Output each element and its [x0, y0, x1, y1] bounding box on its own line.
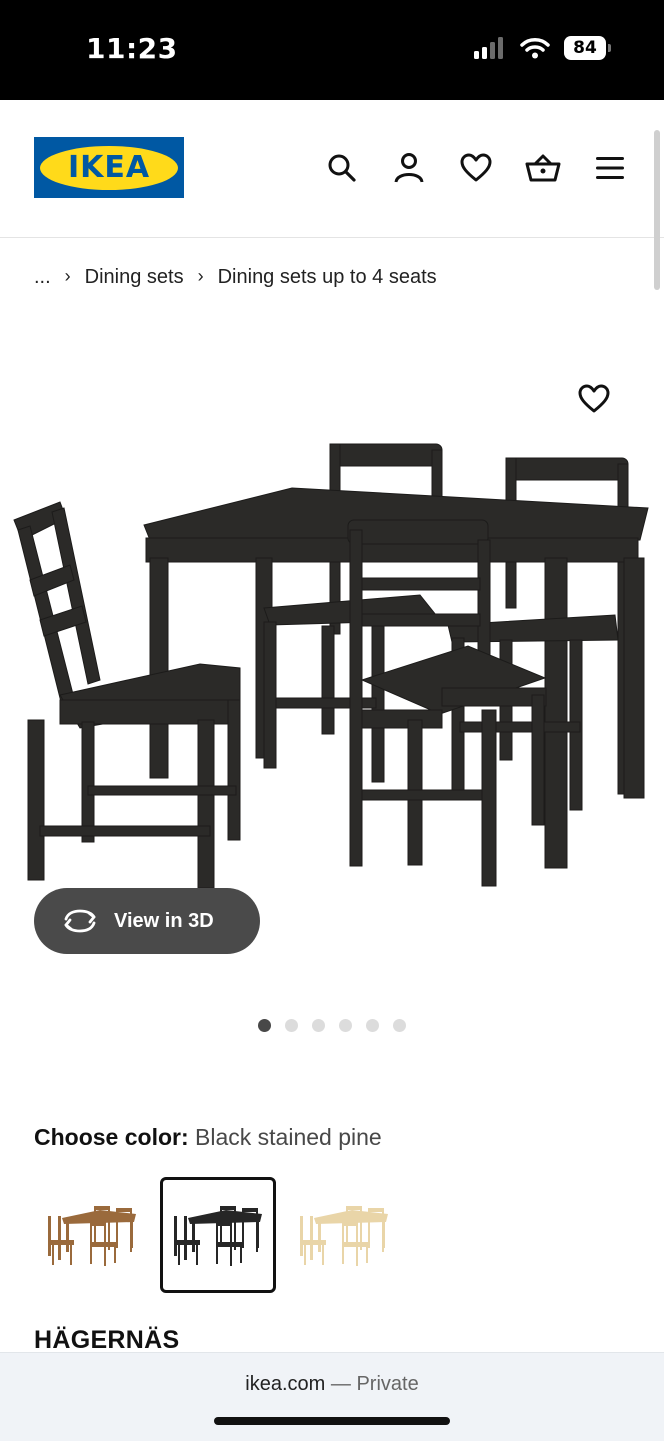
status-bar: 11:23 84	[0, 0, 664, 100]
carousel-dot[interactable]	[366, 1019, 379, 1032]
dining-set-thumbnail-brown	[48, 1206, 136, 1266]
carousel-dot[interactable]	[285, 1019, 298, 1032]
cart-icon	[525, 154, 561, 182]
carousel-dot[interactable]	[258, 1019, 271, 1032]
logo-text: IKEA	[67, 150, 151, 185]
dining-set-thumbnail-black	[174, 1206, 262, 1266]
private-mode-label: Private	[356, 1373, 419, 1395]
header-icons	[324, 150, 628, 186]
account-button[interactable]	[391, 150, 427, 186]
mode-separator: —	[330, 1373, 351, 1395]
product-name: HÄGERNÄS	[34, 1326, 180, 1354]
heart-icon	[578, 384, 610, 413]
search-icon	[328, 154, 356, 182]
menu-button[interactable]	[592, 150, 628, 186]
page-scrollbar[interactable]	[654, 130, 660, 290]
search-button[interactable]	[324, 150, 360, 186]
dining-set-thumbnail-natural	[300, 1206, 388, 1266]
ikea-logo[interactable]: IKEA	[34, 137, 184, 198]
cellular-signal-icon	[474, 37, 503, 59]
carousel-dot[interactable]	[339, 1019, 352, 1032]
chevron-right-icon: ›	[64, 266, 71, 286]
status-icons: 84	[474, 36, 611, 60]
breadcrumb: ... › Dining sets › Dining sets up to 4 …	[34, 266, 437, 289]
selected-color-value: Black stained pine	[195, 1124, 382, 1150]
view-in-3d-button[interactable]: View in 3D	[34, 888, 260, 954]
rotate-3d-icon	[64, 909, 96, 933]
menu-icon	[596, 157, 624, 179]
breadcrumb-current[interactable]: Dining sets up to 4 seats	[218, 266, 437, 289]
choose-color-label: Choose color: Black stained pine	[34, 1124, 382, 1151]
battery-indicator: 84	[564, 36, 611, 60]
color-swatches	[34, 1177, 402, 1293]
carousel-dot[interactable]	[312, 1019, 325, 1032]
color-swatch-black[interactable]	[160, 1177, 276, 1293]
color-swatch-natural[interactable]	[286, 1177, 402, 1293]
product-image[interactable]	[0, 430, 664, 900]
breadcrumb-ellipsis[interactable]: ...	[34, 266, 51, 289]
account-icon	[394, 153, 424, 183]
browser-address-bar[interactable]: ikea.com — Private	[0, 1352, 664, 1441]
url-text: ikea.com	[245, 1373, 326, 1395]
home-indicator[interactable]	[214, 1417, 450, 1425]
status-time: 11:23	[86, 32, 178, 65]
view-in-3d-label: View in 3D	[114, 909, 214, 932]
url-display[interactable]: ikea.com — Private	[0, 1373, 664, 1396]
carousel-dots	[258, 1019, 406, 1032]
add-to-favorites-button[interactable]	[578, 384, 614, 420]
heart-icon	[460, 153, 492, 182]
chevron-right-icon: ›	[197, 266, 204, 286]
logo-oval: IKEA	[40, 145, 178, 190]
carousel-dot[interactable]	[393, 1019, 406, 1032]
wifi-icon	[520, 38, 550, 59]
breadcrumb-dining-sets[interactable]: Dining sets	[85, 266, 184, 289]
color-swatch-brown[interactable]	[34, 1177, 150, 1293]
choose-color-title: Choose color:	[34, 1124, 189, 1150]
site-header: IKEA	[0, 100, 664, 238]
favorites-button[interactable]	[458, 150, 494, 186]
cart-button[interactable]	[525, 150, 561, 186]
